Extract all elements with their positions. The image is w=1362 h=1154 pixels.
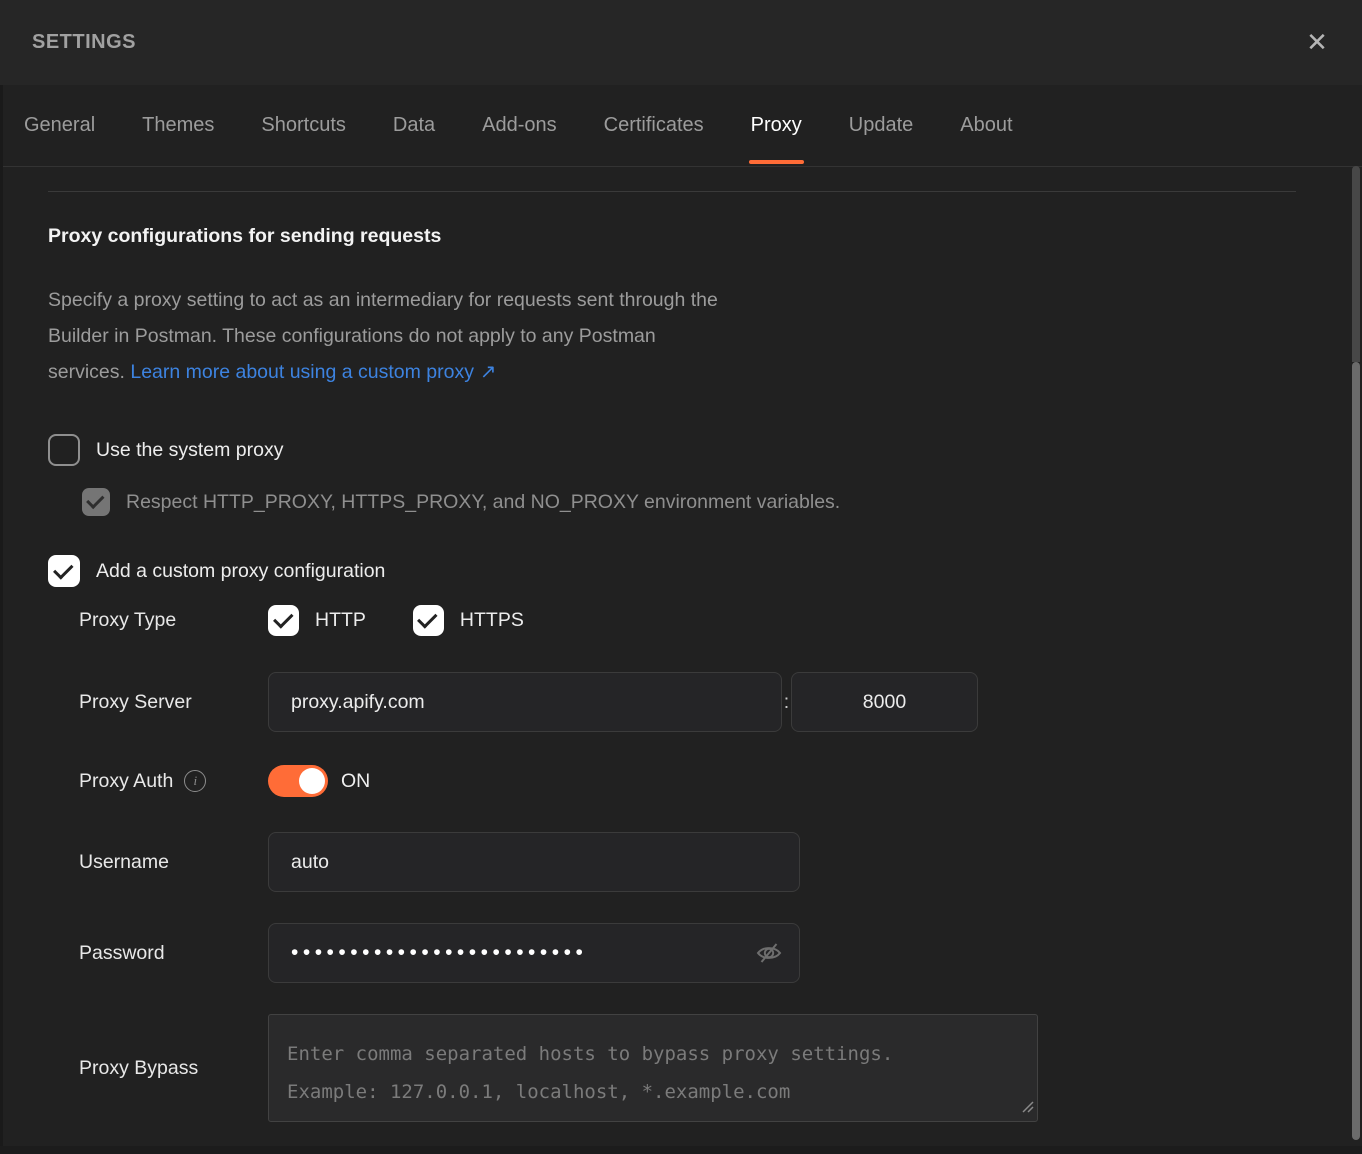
resize-handle-icon[interactable] (1021, 1100, 1034, 1118)
http-checkbox[interactable] (268, 605, 299, 636)
check-icon (53, 559, 74, 580)
proxy-port-input[interactable]: 8000 (791, 672, 978, 732)
proxy-type-row: Proxy Type HTTP HTTPS (48, 605, 1314, 636)
dialog-left-edge (0, 85, 3, 1154)
external-link-icon: ↗ (480, 361, 496, 383)
tab-update[interactable]: Update (849, 85, 914, 166)
proxy-type-label: Proxy Type (48, 609, 268, 632)
scrollbar-track[interactable] (1352, 166, 1360, 362)
check-icon (417, 608, 438, 629)
proxy-bypass-textarea[interactable]: Enter comma separated hosts to bypass pr… (268, 1014, 1038, 1122)
username-row: Username auto (48, 832, 1314, 892)
proxy-bypass-row: Proxy Bypass Enter comma separated hosts… (48, 1014, 1314, 1122)
check-icon (273, 608, 294, 629)
toggle-state-label: ON (341, 770, 370, 793)
proxy-auth-toggle[interactable] (268, 765, 328, 797)
proxy-settings-panel: Proxy configurations for sending request… (0, 191, 1362, 1122)
proxy-type-https: HTTPS (413, 605, 524, 636)
respect-env-checkbox (82, 488, 110, 516)
bypass-placeholder-line-2: Example: 127.0.0.1, localhost, *.example… (287, 1073, 1037, 1111)
proxy-host-input[interactable]: proxy.apify.com (268, 672, 782, 732)
description-line-2: Builder in Postman. These configurations… (48, 318, 1314, 354)
bypass-placeholder-line-1: Enter comma separated hosts to bypass pr… (287, 1035, 1037, 1073)
host-port-separator: : (782, 691, 791, 714)
proxy-server-row: Proxy Server proxy.apify.com : 8000 (48, 672, 1314, 732)
custom-proxy-row: Add a custom proxy configuration (48, 555, 1314, 587)
tab-addons[interactable]: Add-ons (482, 85, 557, 166)
proxy-auth-label-wrap: Proxy Auth i (48, 770, 268, 793)
dialog-title: SETTINGS (32, 31, 136, 54)
proxy-type-http: HTTP (268, 605, 366, 636)
http-label: HTTP (315, 609, 366, 632)
tab-general[interactable]: General (24, 85, 95, 166)
password-row: Password ••••••••••••••••••••••••• (48, 923, 1314, 983)
description-line-3: services. (48, 361, 125, 383)
respect-env-label: Respect HTTP_PROXY, HTTPS_PROXY, and NO_… (126, 491, 840, 514)
password-input[interactable]: ••••••••••••••••••••••••• (268, 923, 800, 983)
custom-proxy-label: Add a custom proxy configuration (96, 560, 385, 583)
tab-themes[interactable]: Themes (142, 85, 214, 166)
eye-off-icon[interactable] (755, 939, 783, 967)
scrollbar-thumb[interactable] (1352, 362, 1360, 1140)
https-label: HTTPS (460, 609, 524, 632)
proxy-auth-row: Proxy Auth i ON (48, 765, 1314, 797)
password-label: Password (48, 942, 268, 965)
settings-tabbar: General Themes Shortcuts Data Add-ons Ce… (0, 85, 1362, 167)
dialog-bottom-edge (0, 1146, 1362, 1154)
close-icon[interactable]: ✕ (1300, 26, 1334, 60)
custom-proxy-checkbox[interactable] (48, 555, 80, 587)
system-proxy-checkbox[interactable] (48, 434, 80, 466)
settings-dialog-header: SETTINGS ✕ (0, 0, 1362, 85)
tab-certificates[interactable]: Certificates (604, 85, 704, 166)
proxy-server-label: Proxy Server (48, 691, 268, 714)
toggle-knob (299, 768, 325, 794)
tab-proxy[interactable]: Proxy (751, 85, 802, 166)
proxy-bypass-label: Proxy Bypass (48, 1057, 268, 1080)
https-checkbox[interactable] (413, 605, 444, 636)
proxy-auth-label: Proxy Auth (79, 770, 173, 793)
check-icon (86, 491, 104, 509)
system-proxy-label: Use the system proxy (96, 439, 283, 462)
section-heading: Proxy configurations for sending request… (48, 225, 1314, 248)
tab-data[interactable]: Data (393, 85, 435, 166)
description-line-1: Specify a proxy setting to act as an int… (48, 282, 1314, 318)
system-proxy-row: Use the system proxy (48, 434, 1314, 466)
content-divider (48, 191, 1296, 192)
tab-about[interactable]: About (960, 85, 1012, 166)
tab-shortcuts[interactable]: Shortcuts (261, 85, 345, 166)
username-label: Username (48, 851, 268, 874)
username-input[interactable]: auto (268, 832, 800, 892)
learn-more-link[interactable]: Learn more about using a custom proxy (130, 361, 474, 383)
respect-env-row: Respect HTTP_PROXY, HTTPS_PROXY, and NO_… (82, 488, 1314, 516)
info-icon[interactable]: i (184, 770, 206, 792)
password-masked-value: ••••••••••••••••••••••••• (291, 941, 587, 965)
section-description: Specify a proxy setting to act as an int… (48, 282, 1314, 390)
